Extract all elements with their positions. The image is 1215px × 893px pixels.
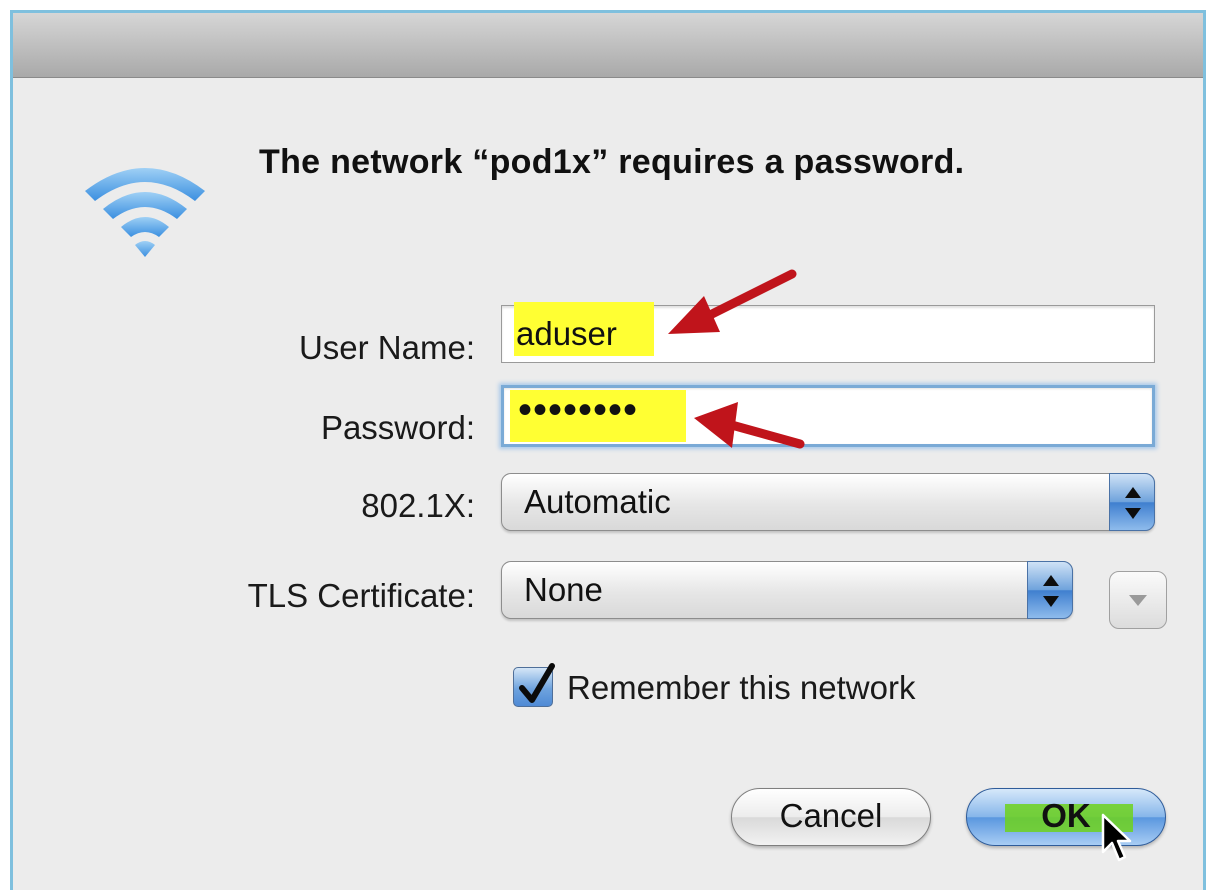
eap-label: 802.1X: — [361, 487, 475, 524]
username-value: aduser — [516, 315, 617, 352]
checkmark-icon — [519, 663, 555, 703]
dialog-titlebar[interactable] — [13, 13, 1203, 78]
wifi-icon — [85, 168, 205, 257]
eap-stepper-icon — [1109, 473, 1155, 531]
dialog-heading: The network “pod1x” requires a password. — [259, 143, 965, 181]
cancel-button[interactable]: Cancel — [731, 788, 931, 846]
username-label: User Name: — [298, 329, 475, 366]
password-label: Password: — [320, 409, 475, 446]
tls-certificate-popup[interactable]: None — [501, 561, 1073, 619]
password-value: •••••••• — [518, 388, 639, 432]
tls-value: None — [524, 571, 603, 608]
triangle-down-icon — [1129, 595, 1147, 606]
annotation-arrow-icon — [668, 269, 797, 334]
ok-button-label: OK — [1041, 797, 1091, 834]
tls-stepper-icon — [1027, 561, 1073, 619]
eap-popup[interactable]: Automatic — [501, 473, 1155, 531]
password-field[interactable]: •••••••• — [501, 385, 1155, 447]
eap-value: Automatic — [524, 483, 671, 520]
remember-network-checkbox[interactable] — [513, 663, 555, 707]
certificate-menu-button[interactable] — [1109, 571, 1167, 629]
tls-label: TLS Certificate: — [247, 577, 475, 614]
ok-button[interactable]: OK — [966, 788, 1166, 846]
annotation-arrow-icon — [694, 402, 805, 449]
wifi-password-dialog: The network “pod1x” requires a password.… — [10, 10, 1206, 890]
username-field[interactable]: aduser — [501, 302, 1155, 363]
remember-network-label[interactable]: Remember this network — [567, 669, 915, 707]
mouse-cursor-icon — [1101, 813, 1132, 862]
